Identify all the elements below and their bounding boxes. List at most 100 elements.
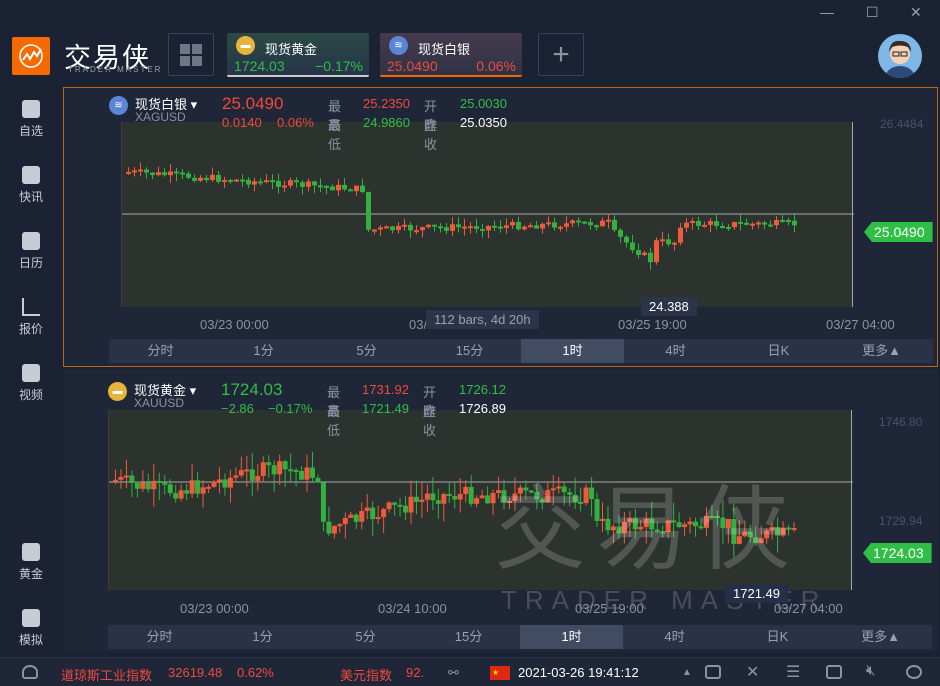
candle [330,186,335,191]
candle [364,507,370,511]
dow-label[interactable]: 道琼斯工业指数 [61,665,152,684]
chart-plot-area[interactable] [121,122,854,307]
tab-timeframe[interactable]: 1时 [521,339,624,363]
maximize-button[interactable]: ☐ [866,4,879,21]
candle [756,222,761,225]
candle [174,171,179,174]
camera-icon[interactable] [826,665,842,679]
candle [408,224,413,231]
candle [282,185,287,188]
candle [378,227,383,230]
candle [200,487,206,494]
sidebar-item-simulate[interactable]: 模拟 [0,609,62,648]
dow-value: 32619.48 [168,665,223,680]
candle [564,223,569,227]
axis-mid-label: 1729.94 [879,514,923,528]
candle [299,471,305,480]
candle [397,504,403,507]
low-label: 最低 [327,404,341,438]
sidebar-item-news[interactable]: 快讯 [0,166,62,205]
tab-timeframe[interactable]: 分时 [109,339,212,363]
candle [293,470,299,473]
headset-icon[interactable] [22,665,38,679]
time-label: 03/27 04:00 [774,601,843,616]
candle [271,465,277,475]
sidebar-item-quotes[interactable]: 报价 [0,298,62,337]
sidebar-item-gold[interactable]: 黄金 [0,543,62,582]
tab-timeframe[interactable]: 日K [727,339,830,363]
candle [288,180,293,186]
candle [522,226,527,230]
tab-timeframe[interactable]: 5分 [314,625,417,649]
tab-timeframe[interactable]: 4时 [624,339,727,363]
sidebar-label: 模拟 [18,633,43,647]
connection-icon[interactable]: ⚯ [448,665,459,681]
timeframe-tabs: 分时 1分 5分 15分 1时 4时 日K 更多▲ [108,625,932,649]
price-change-pct: −0.17% [268,401,313,416]
quote-tab-change: −0.17% [315,58,363,74]
tab-timeframe[interactable]: 1分 [212,339,315,363]
candle [750,223,755,226]
candle [435,500,441,504]
candle [457,493,463,500]
candle [144,169,149,173]
candle [678,227,683,243]
quote-tab-silver[interactable]: ≋ 现货白银 25.0490 0.06% [380,33,522,77]
window-icon[interactable] [705,665,721,679]
candle [366,192,371,230]
sidebar-item-video[interactable]: 视频 [0,364,62,403]
chart-panel-gold: 交易侠 TRADER MASTER ▬ 现货黄金 ▾ XAUUSD 1724.0… [63,369,938,652]
candle [468,226,473,229]
grid-icon [180,43,202,66]
list-icon[interactable]: ☰ [786,662,800,682]
candle [792,220,797,226]
candle [162,172,167,176]
candle [408,496,414,513]
sidebar-label: 黄金 [18,567,43,581]
timeframe-tabs: 分时 1分 5分 15分 1时 4时 日K 更多▲ [109,339,933,363]
add-quote-button[interactable]: + [538,33,584,76]
quote-tab-gold[interactable]: ▬ 现货黄金 1724.03 −0.17% [227,33,369,77]
avatar[interactable] [878,34,922,78]
tab-timeframe[interactable]: 更多▲ [830,339,933,363]
candle [463,486,469,494]
tab-timeframe[interactable]: 更多▲ [829,625,932,649]
sidebar-item-calendar[interactable]: 日历 [0,232,62,271]
tab-timeframe[interactable]: 1分 [211,625,314,649]
usd-index-label[interactable]: 美元指数 [340,665,392,684]
low-label: 最低 [328,118,342,152]
tab-timeframe[interactable]: 1时 [520,625,623,649]
candle [540,223,545,229]
open-value: 1726.12 [459,382,506,397]
candle [315,477,321,483]
quote-tab-change: 0.06% [476,58,516,74]
tab-timeframe[interactable]: 5分 [315,339,418,363]
tab-timeframe[interactable]: 15分 [417,625,520,649]
sidebar-item-watchlist[interactable]: 自选 [0,100,62,139]
candle [486,225,491,231]
high-value: 1731.92 [362,382,409,397]
tools-icon[interactable]: ✕ [746,662,759,682]
candle [576,220,581,223]
candle [156,480,162,483]
expand-up-icon[interactable]: ▲ [682,667,692,678]
candle [134,483,140,489]
candle [156,172,161,176]
candle [258,181,263,184]
tab-timeframe[interactable]: 分时 [108,625,211,649]
chart-plot-area[interactable]: 交易侠 TRADER MASTER [108,410,853,615]
candle [282,461,288,470]
tab-timeframe[interactable]: 4时 [623,625,726,649]
close-button[interactable]: ✕ [910,4,922,21]
layout-grid-button[interactable] [168,33,214,76]
mute-icon[interactable]: 🔇︎ [866,662,875,679]
tab-timeframe[interactable]: 日K [726,625,829,649]
candle [151,480,157,490]
settings-icon[interactable] [906,665,922,679]
tab-timeframe[interactable]: 15分 [418,339,521,363]
sidebar-label: 日历 [18,256,43,270]
axis-max-label: 1746.80 [879,415,923,429]
candle [762,222,767,225]
candle [419,499,425,502]
minimize-button[interactable]: — [820,4,834,20]
